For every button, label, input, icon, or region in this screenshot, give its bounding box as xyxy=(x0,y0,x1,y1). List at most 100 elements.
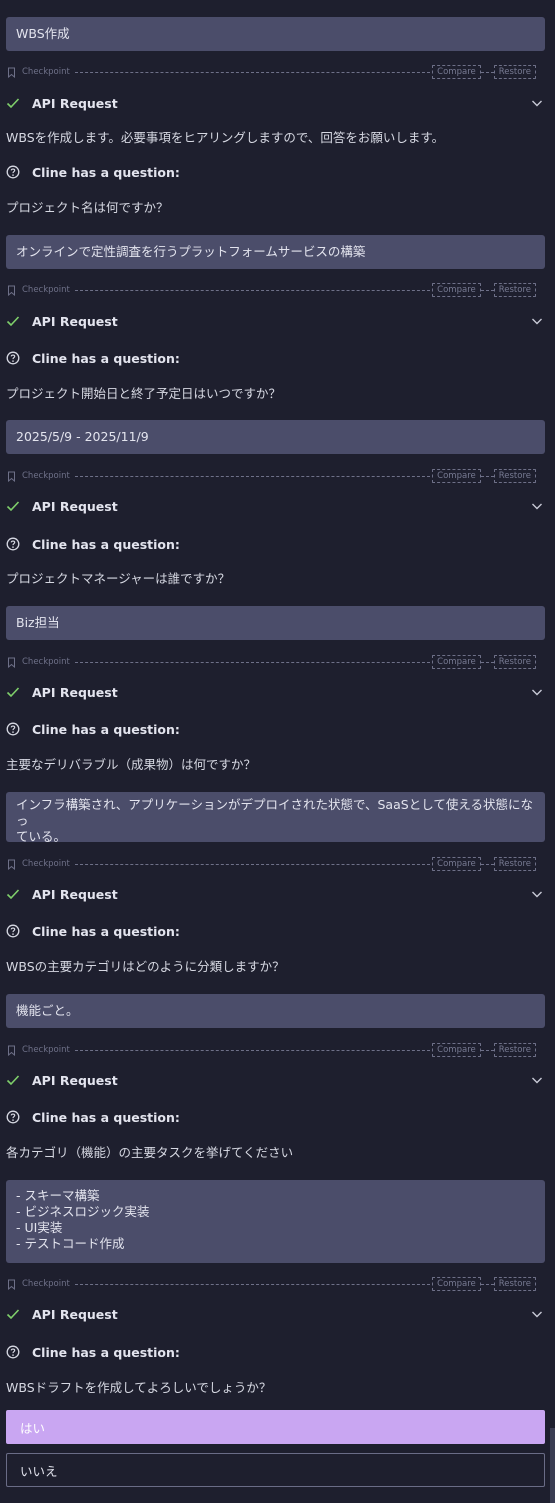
api-request-row[interactable]: API Request xyxy=(6,884,545,904)
restore-button[interactable]: Restore xyxy=(493,655,536,669)
check-icon xyxy=(6,1073,20,1087)
bookmark-icon xyxy=(6,1279,17,1290)
checkpoint-row: Checkpoint Compare Restore xyxy=(6,1277,536,1291)
scrollbar-thumb[interactable] xyxy=(550,1428,555,1503)
api-request-label: API Request xyxy=(32,1072,118,1088)
chevron-down-icon[interactable] xyxy=(530,685,544,699)
question-text: 主要なデリバラブル（成果物）は何ですか？ xyxy=(6,757,257,772)
restore-button[interactable]: Restore xyxy=(493,857,536,871)
restore-button[interactable]: Restore xyxy=(493,283,536,297)
chevron-down-icon[interactable] xyxy=(530,1073,544,1087)
option-no-button[interactable]: いいえ xyxy=(6,1453,545,1487)
api-request-row[interactable]: API Request xyxy=(6,1304,545,1324)
api-request-row[interactable]: API Request xyxy=(6,1070,545,1090)
question-circle-icon xyxy=(6,537,20,551)
restore-button[interactable]: Restore xyxy=(493,1277,536,1291)
checkpoint-divider xyxy=(74,661,431,663)
question-header: Cline has a question: xyxy=(6,1107,545,1127)
user-message: 機能ごと。 xyxy=(6,994,545,1028)
api-request-row[interactable]: API Request xyxy=(6,682,545,702)
question-header: Cline has a question: xyxy=(6,719,545,739)
question-label: Cline has a question: xyxy=(32,721,180,737)
api-request-row[interactable]: API Request xyxy=(6,93,545,113)
checkpoint-label: Checkpoint xyxy=(22,67,70,77)
checkpoint-divider xyxy=(74,475,431,477)
checkpoint-divider xyxy=(74,1283,431,1285)
question-circle-icon xyxy=(6,351,20,365)
checkpoint-divider xyxy=(74,863,431,865)
question-label: Cline has a question: xyxy=(32,536,180,552)
chevron-down-icon[interactable] xyxy=(530,314,544,328)
compare-button[interactable]: Compare xyxy=(432,1277,481,1291)
api-request-label: API Request xyxy=(32,1306,118,1322)
question-header: Cline has a question: xyxy=(6,1342,545,1362)
user-message: オンラインで定性調査を行うプラットフォームサービスの構築 xyxy=(6,235,545,269)
checkpoint-label: Checkpoint xyxy=(22,657,70,667)
api-request-label: API Request xyxy=(32,684,118,700)
question-text: WBSの主要カテゴリはどのように分類しますか？ xyxy=(6,959,285,974)
checkpoint-row: Checkpoint Compare Restore xyxy=(6,857,536,871)
question-header: Cline has a question: xyxy=(6,348,545,368)
question-circle-icon xyxy=(6,722,20,736)
question-circle-icon xyxy=(6,1345,20,1359)
check-icon xyxy=(6,314,20,328)
user-message: WBS作成 xyxy=(6,17,545,51)
bookmark-icon xyxy=(6,67,17,78)
checkpoint-label: Checkpoint xyxy=(22,1045,70,1055)
check-icon xyxy=(6,96,20,110)
checkpoint-row: Checkpoint Compare Restore xyxy=(6,283,536,297)
chevron-down-icon[interactable] xyxy=(530,96,544,110)
checkpoint-label: Checkpoint xyxy=(22,1279,70,1289)
checkpoint-divider xyxy=(74,71,431,73)
question-text: プロジェクトマネージャーは誰ですか？ xyxy=(6,571,231,586)
question-label: Cline has a question: xyxy=(32,350,180,366)
user-message: - スキーマ構築 - ビジネスロジック実装 - UI実装 - テストコード作成 xyxy=(6,1180,545,1263)
api-request-label: API Request xyxy=(32,313,118,329)
bookmark-icon xyxy=(6,471,17,482)
chevron-down-icon[interactable] xyxy=(530,887,544,901)
api-request-row[interactable]: API Request xyxy=(6,496,545,516)
bookmark-icon xyxy=(6,859,17,870)
compare-button[interactable]: Compare xyxy=(432,283,481,297)
question-label: Cline has a question: xyxy=(32,923,180,939)
restore-button[interactable]: Restore xyxy=(493,469,536,483)
question-circle-icon xyxy=(6,165,20,179)
checkpoint-row: Checkpoint Compare Restore xyxy=(6,655,536,669)
compare-button[interactable]: Compare xyxy=(432,1043,481,1057)
restore-button[interactable]: Restore xyxy=(493,65,536,79)
restore-button[interactable]: Restore xyxy=(493,1043,536,1057)
checkpoint-divider xyxy=(74,1049,431,1051)
check-icon xyxy=(6,499,20,513)
compare-button[interactable]: Compare xyxy=(432,857,481,871)
question-header: Cline has a question: xyxy=(6,534,545,554)
compare-button[interactable]: Compare xyxy=(432,469,481,483)
question-text: プロジェクト開始日と終了予定日はいつですか？ xyxy=(6,386,282,401)
chevron-down-icon[interactable] xyxy=(530,499,544,513)
api-request-row[interactable]: API Request xyxy=(6,311,545,331)
chevron-down-icon[interactable] xyxy=(530,1307,544,1321)
bookmark-icon xyxy=(6,285,17,296)
assistant-text: WBSを作成します。必要事項をヒアリングしますので、回答をお願いします。 xyxy=(6,130,445,145)
user-message: インフラ構築され、アプリケーションがデプロイされた状態で、SaaSとして使える状… xyxy=(6,792,545,844)
api-request-label: API Request xyxy=(32,886,118,902)
question-circle-icon xyxy=(6,924,20,938)
question-text: 各カテゴリ（機能）の主要タスクを挙げてください xyxy=(6,1145,294,1160)
question-label: Cline has a question: xyxy=(32,1344,180,1360)
question-circle-icon xyxy=(6,1110,20,1124)
check-icon xyxy=(6,887,20,901)
api-request-label: API Request xyxy=(32,498,118,514)
compare-button[interactable]: Compare xyxy=(432,65,481,79)
option-yes-button[interactable]: はい xyxy=(6,1410,545,1444)
compare-button[interactable]: Compare xyxy=(432,655,481,669)
checkpoint-row: Checkpoint Compare Restore xyxy=(6,469,536,483)
checkpoint-label: Checkpoint xyxy=(22,859,70,869)
checkpoint-row: Checkpoint Compare Restore xyxy=(6,65,536,79)
checkpoint-label: Checkpoint xyxy=(22,471,70,481)
question-label: Cline has a question: xyxy=(32,1109,180,1125)
user-message: Biz担当 xyxy=(6,606,545,640)
checkpoint-label: Checkpoint xyxy=(22,285,70,295)
bookmark-icon xyxy=(6,657,17,668)
api-request-label: API Request xyxy=(32,95,118,111)
question-text: WBSドラフトを作成してよろしいでしょうか？ xyxy=(6,1380,272,1395)
question-label: Cline has a question: xyxy=(32,164,180,180)
